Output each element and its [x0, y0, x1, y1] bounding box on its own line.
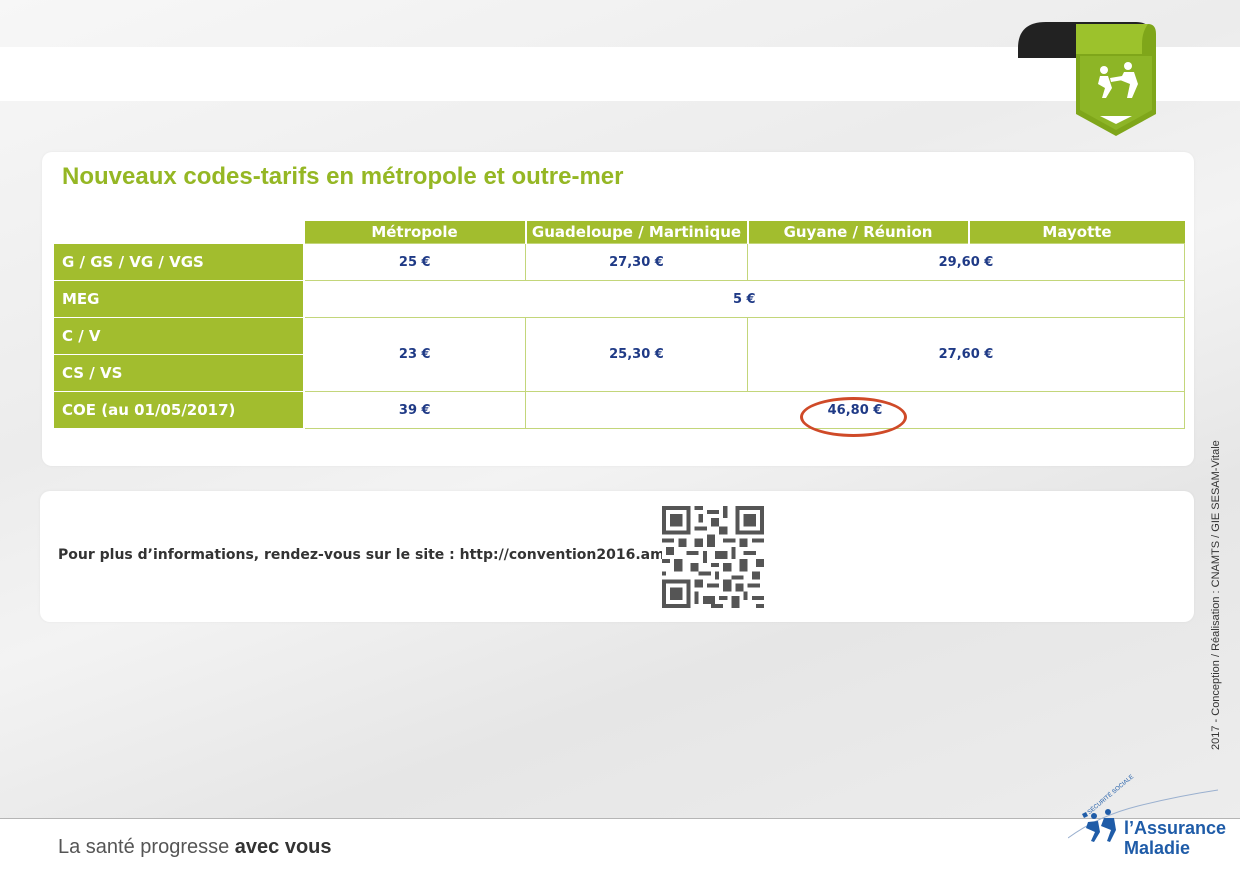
ribbon-logo — [1018, 22, 1156, 136]
table-cell: 27,30 € — [525, 243, 748, 281]
table-row: G / GS / VG / VGS 25 € 27,30 € 29,60 € — [53, 243, 1185, 281]
row-label: CS / VS — [53, 354, 305, 392]
row-label: C / V — [53, 317, 305, 355]
column-header-metropole: Métropole — [302, 221, 526, 244]
table-cell: 39 € — [303, 391, 526, 429]
highlight-circle — [800, 397, 907, 437]
column-header-guadeloupe-martinique: Guadeloupe / Martinique — [524, 221, 748, 244]
table-cell: 29,60 € — [747, 243, 1185, 281]
slogan-bold: avec vous — [234, 836, 332, 858]
info-text: Pour plus d’informations, rendez-vous su… — [58, 547, 708, 563]
table-cell: 25,30 € — [525, 317, 748, 392]
table-row: COE (au 01/05/2017) 39 € 46,80 € — [53, 391, 1185, 429]
column-header-mayotte: Mayotte — [967, 221, 1185, 244]
qr-code-icon[interactable] — [662, 506, 764, 608]
row-label: COE (au 01/05/2017) — [53, 391, 305, 429]
row-label: G / GS / VG / VGS — [53, 243, 305, 281]
row-label: MEG — [53, 280, 305, 318]
table-corner — [54, 221, 304, 244]
table-cell: 23 € — [303, 317, 526, 392]
table-cell: 27,60 € — [747, 317, 1185, 392]
logo-line2: Maladie — [1124, 838, 1191, 858]
table-row: C / V 23 € 25,30 € 27,60 € — [53, 317, 1185, 392]
table-cell: 25 € — [303, 243, 526, 281]
page-title: Nouveaux codes-tarifs en métropole et ou… — [62, 163, 624, 190]
slogan: La santé progresse avec vous — [58, 836, 332, 859]
tariff-table: Métropole Guadeloupe / Martinique Guyane… — [53, 221, 1185, 429]
table-header-row: Métropole Guadeloupe / Martinique Guyane… — [54, 221, 1185, 244]
table-row: MEG 5 € — [53, 280, 1185, 318]
slogan-regular: La santé progresse — [58, 836, 235, 858]
logo-line1: l’Assurance — [1124, 818, 1227, 838]
column-header-guyane-reunion: Guyane / Réunion — [746, 221, 969, 244]
credits-text: 2017 - Conception / Réalisation : CNAMTS… — [1210, 440, 1222, 750]
table-cell: 5 € — [303, 280, 1185, 318]
